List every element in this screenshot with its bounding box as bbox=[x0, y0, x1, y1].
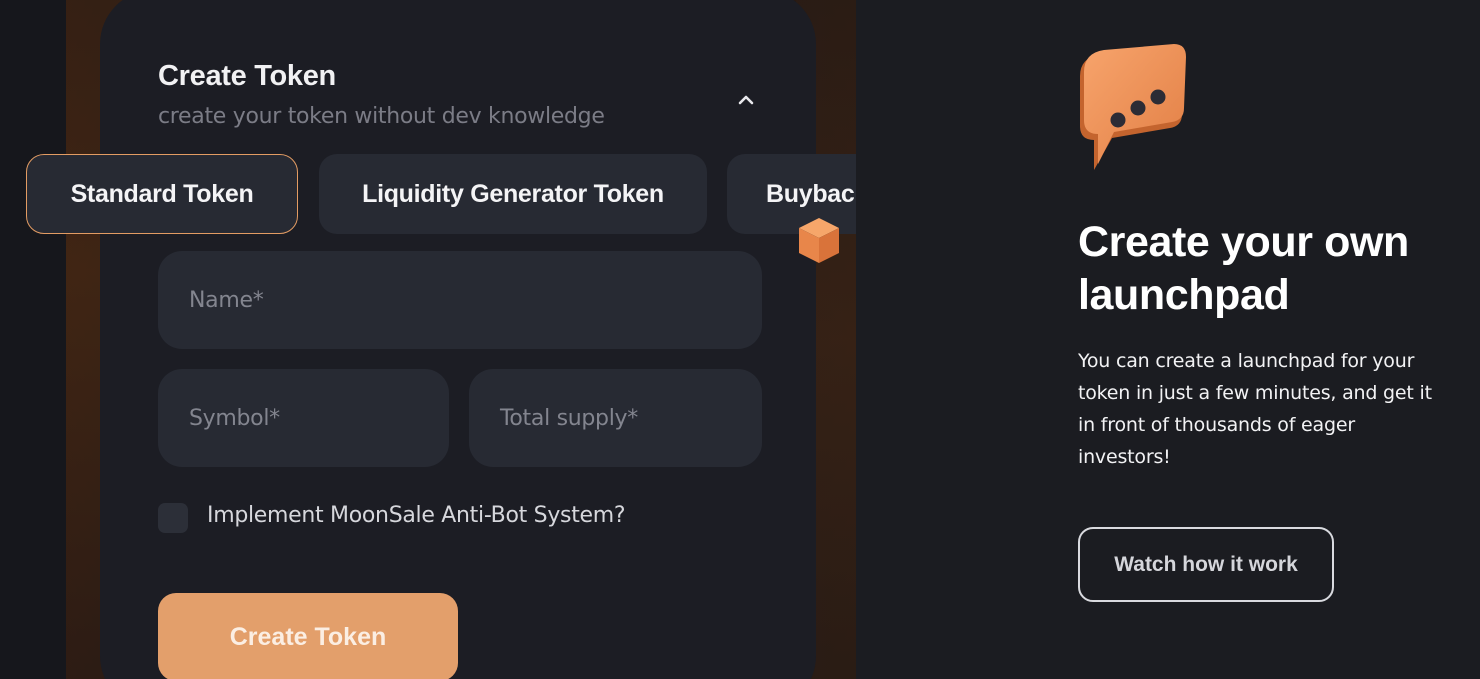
watch-how-it-works-button[interactable]: Watch how it work bbox=[1078, 527, 1334, 602]
page: Create Token create your token without d… bbox=[0, 0, 1480, 679]
card-subtitle: create your token without dev knowledge bbox=[158, 104, 605, 129]
tab-standard-token[interactable]: Standard Token bbox=[26, 154, 298, 234]
promo-headline: Create your own launchpad bbox=[1078, 218, 1409, 319]
anti-bot-checkbox[interactable] bbox=[158, 503, 188, 533]
card-title: Create Token bbox=[158, 60, 336, 92]
cube-icon bbox=[796, 216, 842, 266]
promo-description: You can create a launchpad for your toke… bbox=[1078, 350, 1432, 468]
create-token-showcase: Create Token create your token without d… bbox=[0, 0, 856, 679]
create-token-button[interactable]: Create Token bbox=[158, 593, 458, 679]
symbol-field[interactable]: Symbol* bbox=[158, 369, 449, 467]
total-supply-field[interactable]: Total supply* bbox=[469, 369, 762, 467]
chevron-up-icon[interactable] bbox=[734, 88, 758, 112]
name-field[interactable]: Name* bbox=[158, 251, 762, 349]
tab-liquidity-generator-token[interactable]: Liquidity Generator Token bbox=[319, 154, 707, 234]
chat-bubble-icon bbox=[1070, 42, 1190, 182]
anti-bot-label: Implement MoonSale Anti-Bot System? bbox=[207, 503, 626, 528]
